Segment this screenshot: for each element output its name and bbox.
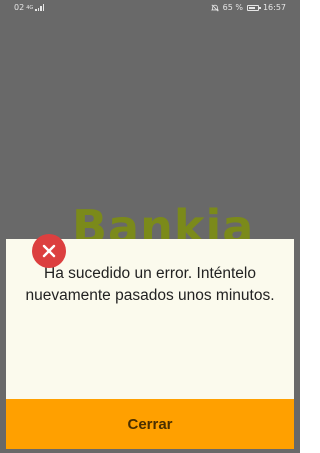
close-button[interactable]: Cerrar: [6, 399, 294, 449]
status-bar: 02 4G 65 % 16:57: [0, 0, 300, 14]
app-screen: 02 4G 65 % 16:57 Bankia Ha sucedido un e…: [0, 0, 300, 453]
network-label: 02: [14, 3, 25, 12]
error-x-icon: [32, 234, 66, 268]
network-type-label: 4G: [26, 4, 34, 11]
status-left: 02 4G: [14, 3, 45, 12]
status-right: 65 % 16:57: [210, 3, 286, 12]
signal-icon: [35, 4, 45, 11]
battery-icon: [246, 4, 261, 11]
battery-percent: 65 %: [222, 3, 243, 12]
alarm-off-icon: [210, 4, 219, 11]
error-message: Ha sucedido un error. Inténtelo nuevamen…: [25, 265, 275, 304]
clock: 16:57: [262, 3, 286, 12]
